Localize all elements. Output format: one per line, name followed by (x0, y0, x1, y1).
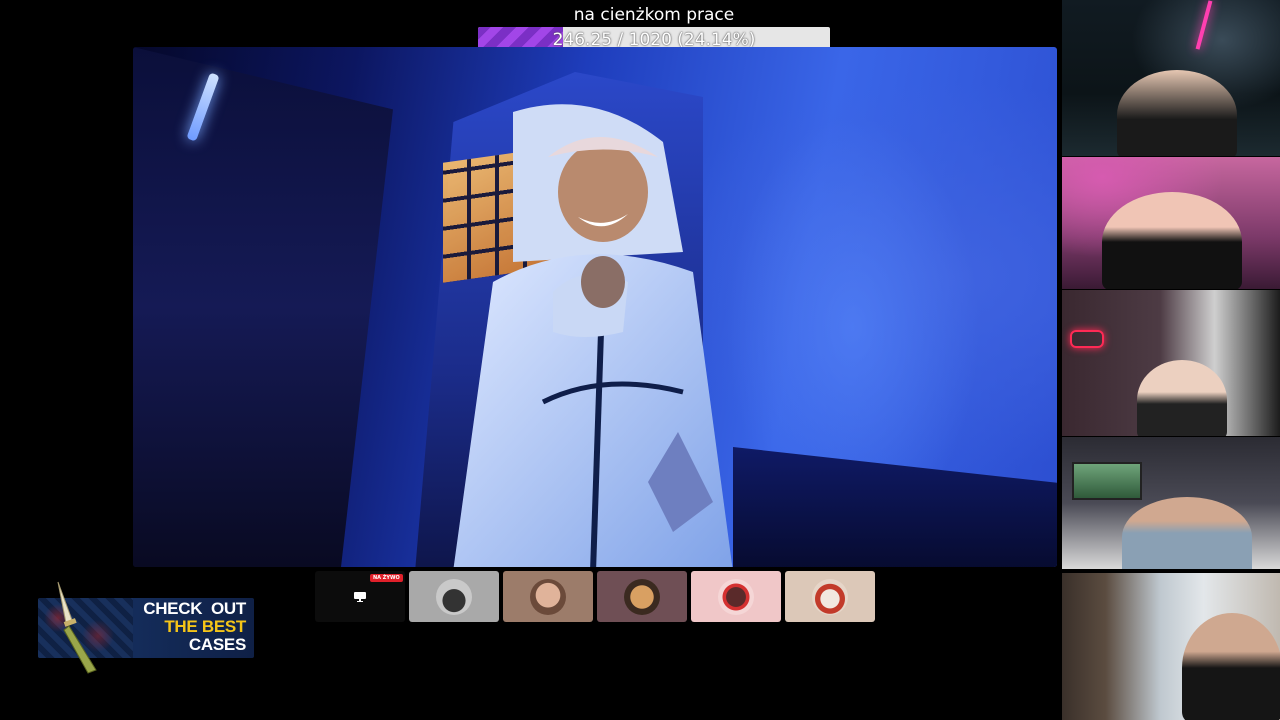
knife-icon (57, 581, 97, 674)
participant-tile-nf[interactable] (691, 571, 781, 622)
participant-avatar (436, 578, 472, 615)
ad-line-3: CASES (188, 635, 246, 654)
ad-line-2: THE BEST (164, 617, 246, 636)
goal-title: na cienżkom prace (573, 5, 735, 25)
live-badge: NA ŻYWO (370, 574, 403, 582)
main-video[interactable] (133, 47, 1057, 567)
participant-avatar (530, 578, 566, 615)
participant-tile-screen[interactable]: NA ŻYWO (315, 571, 405, 622)
participant-tile-car[interactable] (409, 571, 499, 622)
webcam-3[interactable] (1062, 290, 1280, 436)
ad-text: CHECK OUT THE BEST CASES (143, 600, 246, 654)
webcam-person (1117, 70, 1237, 156)
ad-line-1: CHECK OUT (143, 599, 246, 618)
participant-tile-bald-man[interactable] (503, 571, 593, 622)
webcam-5[interactable] (1062, 573, 1280, 720)
participant-avatar (812, 578, 848, 615)
webcam-person (1182, 613, 1280, 720)
neon-sign (1070, 330, 1104, 348)
monitor-icon (354, 591, 366, 602)
aquarium (1072, 462, 1142, 500)
webcam-2[interactable] (1062, 157, 1280, 289)
webcam-person (1122, 497, 1252, 569)
participant-tile-glasses-cartoon[interactable] (597, 571, 687, 622)
participant-tile-santa[interactable] (785, 571, 875, 622)
webcam-1[interactable] (1062, 0, 1280, 156)
webcam-person (1137, 360, 1227, 436)
neon-light (1195, 0, 1213, 50)
participant-avatar (718, 578, 754, 615)
participant-avatar (624, 578, 660, 615)
video-performer (453, 104, 733, 567)
webcam-4[interactable] (1062, 437, 1280, 569)
video-scene-floor (733, 447, 1057, 567)
webcam-person (1102, 192, 1242, 289)
video-scene-wall (133, 47, 393, 567)
